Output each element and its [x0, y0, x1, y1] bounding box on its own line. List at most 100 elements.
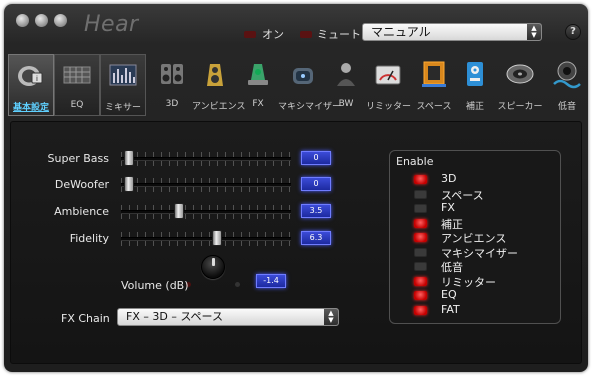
tab-label: 補正: [465, 102, 484, 112]
fidelity-slider-thumb[interactable]: [212, 230, 223, 246]
volume-knob[interactable]: [201, 255, 225, 279]
enable-item[interactable]: リミッター: [414, 274, 554, 289]
tab-label: リミッター: [366, 102, 412, 112]
enable-item[interactable]: 補正: [414, 216, 554, 231]
tab-basic[interactable]: i 基本設定: [8, 54, 54, 116]
speaker-disc-icon: [506, 64, 534, 84]
svg-text:i: i: [36, 75, 38, 83]
fx-chain-label: FX Chain: [61, 312, 110, 325]
tab-bw[interactable]: BW: [330, 54, 362, 116]
app-name: Hear: [84, 12, 139, 37]
tab-eq[interactable]: EQ: [54, 54, 100, 116]
enable-led-toggle[interactable]: [414, 262, 427, 271]
volume-value: -1.4: [256, 274, 286, 288]
mixer-bars-icon: [109, 64, 137, 86]
dewoofer-label: DeWoofer: [54, 178, 109, 191]
tab-label: マキシマイザー: [278, 102, 342, 112]
tab-bass[interactable]: 低音: [550, 54, 584, 116]
speakers-3d-icon: [161, 64, 183, 84]
fx-chain-select[interactable]: FX – 3D – スペース ▲ ▼: [117, 308, 339, 326]
speaker-settings-icon: i: [18, 66, 43, 86]
zoom-window-button[interactable]: [54, 14, 67, 27]
ambience-slider-thumb[interactable]: [173, 203, 184, 219]
enable-item[interactable]: アンビエンス: [414, 230, 554, 245]
dewoofer-slider-thumb[interactable]: [124, 176, 135, 192]
tab-label: スペース: [416, 102, 452, 112]
ambience-speaker-icon: [207, 64, 223, 86]
on-label: オン: [262, 28, 284, 41]
tab-label: 3D: [165, 99, 179, 109]
brainwave-icon: [337, 63, 355, 86]
super-bass-slider[interactable]: [121, 157, 291, 161]
help-button[interactable]: ?: [565, 24, 581, 40]
title-bar: Hear オン ミュート マニュアル ▲ ▼ ?: [4, 4, 588, 48]
dewoofer-slider[interactable]: [121, 183, 291, 187]
tab-limiter[interactable]: リミッター: [366, 54, 412, 116]
space-room-icon: [422, 61, 446, 87]
ambience-row: Ambience 3.5: [11, 202, 361, 222]
enable-item[interactable]: FAT: [414, 303, 554, 317]
fx-lamp-icon: [248, 64, 268, 85]
tab-label: BW: [338, 99, 354, 109]
enable-item[interactable]: マキシマイザー: [414, 245, 554, 260]
fx-chain-value: FX – 3D – スペース: [126, 310, 223, 323]
fidelity-slider[interactable]: [121, 237, 291, 241]
tab-label: ミキサー: [104, 103, 141, 113]
enable-led-toggle[interactable]: [414, 305, 427, 315]
tab-3d[interactable]: 3D: [154, 54, 190, 116]
volume-max-dot: [235, 282, 240, 287]
enable-led-toggle[interactable]: [414, 204, 427, 213]
maximizer-icon: [293, 68, 313, 84]
enable-led-toggle[interactable]: [414, 247, 427, 257]
tab-speaker[interactable]: スピーカー: [494, 54, 546, 116]
tab-fx[interactable]: FX: [240, 54, 276, 116]
preset-value: マニュアル: [371, 25, 431, 39]
knob-indicator: [212, 258, 215, 266]
close-window-button[interactable]: [16, 14, 29, 27]
tab-bar: i 基本設定 EQ ミキサー 3D アンビエンス FX マキシマイザー BW リ…: [4, 54, 588, 118]
tab-label: EQ: [70, 100, 84, 110]
enable-led-toggle[interactable]: [414, 291, 427, 300]
preset-select[interactable]: マニュアル ▲ ▼: [362, 23, 542, 41]
enable-item[interactable]: スペース: [414, 187, 554, 202]
tab-ambience[interactable]: アンビエンス: [192, 54, 246, 116]
enable-title: Enable: [396, 155, 434, 168]
ambience-value: 3.5: [301, 204, 331, 218]
minimize-window-button[interactable]: [35, 14, 48, 27]
tab-correction[interactable]: 補正: [458, 54, 492, 116]
super-bass-slider-thumb[interactable]: [124, 150, 135, 166]
enable-led-toggle[interactable]: [414, 276, 427, 286]
tab-label: アンビエンス: [192, 102, 246, 112]
mute-indicator-led[interactable]: [300, 31, 312, 38]
bass-wave-icon: [553, 61, 581, 89]
volume-label: Volume (dB): [121, 279, 189, 292]
basic-settings-panel: Super Bass 0 DeWoofer 0 Ambience 3.5 Fid…: [10, 121, 582, 364]
tab-label: スピーカー: [497, 102, 543, 112]
tab-label: 基本設定: [12, 103, 49, 113]
enable-item-label: FAT: [441, 302, 460, 316]
enable-led-toggle[interactable]: [414, 189, 427, 199]
tab-label: 低音: [557, 102, 576, 112]
super-bass-row: Super Bass 0: [11, 149, 361, 169]
enable-item[interactable]: EQ: [414, 288, 554, 302]
ambience-label: Ambience: [54, 205, 109, 218]
enable-item[interactable]: 低音: [414, 259, 554, 274]
super-bass-label: Super Bass: [47, 152, 109, 165]
enable-led-toggle[interactable]: [414, 233, 427, 242]
enable-item-label: 3D: [441, 172, 457, 185]
mute-label: ミュート: [317, 28, 361, 41]
tab-space[interactable]: スペース: [414, 54, 454, 116]
fidelity-value: 6.3: [301, 231, 331, 245]
tab-mixer[interactable]: ミキサー: [100, 54, 146, 116]
fidelity-label: Fidelity: [69, 232, 109, 245]
enable-item-label: FX: [441, 201, 455, 214]
on-indicator-led[interactable]: [244, 31, 256, 38]
tab-maximizer[interactable]: マキシマイザー: [278, 54, 342, 116]
enable-item[interactable]: FX: [414, 201, 554, 215]
ambience-slider[interactable]: [121, 210, 291, 214]
enable-led-toggle[interactable]: [414, 218, 427, 228]
tab-label: FX: [252, 99, 264, 109]
enable-item[interactable]: 3D: [414, 172, 554, 186]
super-bass-value: 0: [301, 151, 331, 165]
enable-led-toggle[interactable]: [414, 175, 427, 184]
